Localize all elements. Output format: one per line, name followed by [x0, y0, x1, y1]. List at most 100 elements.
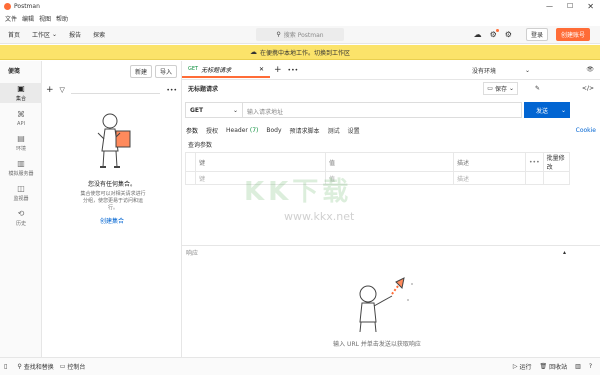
response-illustration — [352, 276, 422, 338]
create-account-button[interactable]: 创建账号 — [555, 28, 590, 41]
subtab-pre-request[interactable]: 预请求脚本 — [290, 126, 320, 135]
more-icon[interactable]: ••• — [166, 87, 177, 94]
environment-select[interactable]: 没有环境 ⌄ — [472, 66, 530, 75]
collections-icon: ▣ — [17, 84, 25, 93]
edit-icon[interactable]: ✎ — [535, 85, 540, 92]
runner-button[interactable]: ▷ 运行 — [513, 362, 532, 371]
title-bar: Postman — ☐ ✕ — [0, 0, 600, 12]
trash-button[interactable]: 🗑 回收站 — [540, 362, 568, 371]
window-title: Postman — [14, 2, 40, 10]
response-label: 响应 — [186, 250, 199, 257]
close-icon[interactable]: ✕ — [587, 2, 594, 11]
subtab-params[interactable]: 参数 — [186, 126, 198, 135]
nav-workspace[interactable]: 工作区 ⌄ — [32, 30, 57, 39]
code-icon[interactable]: </> — [582, 85, 594, 92]
tab-untitled-request[interactable]: GET 无标题请求 ✕ — [182, 62, 270, 78]
nav-reports[interactable]: 报告 — [69, 30, 81, 39]
environments-icon: ▤ — [17, 134, 25, 143]
subtab-tests[interactable]: 测试 — [328, 126, 340, 135]
layout-icon[interactable]: ▥ — [575, 363, 581, 370]
rail-item-history[interactable]: ⟲ 历史 — [0, 208, 42, 228]
method-label: GET — [190, 106, 204, 114]
cookie-link[interactable]: Cookie — [576, 127, 596, 134]
collection-search-input[interactable] — [70, 86, 161, 94]
table-header-row: 键 值 描述 ••• 批量修改 — [185, 152, 571, 172]
subtab-headers[interactable]: Header (7) — [226, 127, 258, 134]
search-icon: ⚲ — [276, 31, 281, 38]
app-header: 首页 工作区 ⌄ 报告 探索 ⚲ 搜索 Postman ☁ ⚙ ⚙ 登录 创建账… — [0, 26, 600, 44]
new-tab-icon[interactable]: + — [274, 65, 282, 75]
watermark-logo: KK下载 — [244, 177, 353, 207]
menu-help[interactable]: 帮助 — [56, 14, 68, 23]
response-section-header: 响应 ▴ — [182, 245, 600, 259]
tab-close-icon[interactable]: ✕ — [259, 66, 264, 73]
response-hint: 输入 URL 并单击发送以获取响应 — [333, 341, 421, 348]
postman-logo-icon — [4, 2, 11, 10]
request-title[interactable]: 无标题请求 — [188, 84, 218, 93]
request-tab-strip: GET 无标题请求 ✕ + ••• 没有环境 ⌄ 👁 — [182, 61, 600, 80]
console-label: 控制台 — [67, 364, 86, 371]
filter-icon[interactable]: ▽ — [60, 86, 65, 94]
subtab-settings[interactable]: 设置 — [348, 126, 360, 135]
rail-label-history: 历史 — [15, 221, 26, 227]
sidebar-toggle-icon[interactable]: ▯ — [4, 363, 7, 370]
status-bar: ▯ ⚲ 查找和替换 ▭ 控制台 ▷ 运行 🗑 回收站 ▥ ? — [0, 357, 600, 375]
description-input[interactable]: 描述 — [453, 171, 526, 185]
cloud-sync-icon[interactable]: ☁ — [474, 30, 482, 39]
watermark-url: www.kkx.net — [284, 210, 355, 223]
find-replace-label: 查找和替换 — [23, 364, 54, 371]
menu-edit[interactable]: 编辑 — [22, 14, 34, 23]
rail-item-monitors[interactable]: ◫ 监视器 — [0, 183, 42, 203]
environment-quick-look-icon[interactable]: 👁 — [586, 66, 594, 73]
nav-home[interactable]: 首页 — [8, 30, 20, 39]
help-icon[interactable]: ? — [589, 363, 592, 370]
rail-label-mock-servers: 模拟服务器 — [8, 171, 34, 177]
minimize-icon[interactable]: — — [546, 2, 553, 10]
send-button[interactable]: 发送 ⌄ — [524, 102, 570, 118]
new-button[interactable]: 新建 — [129, 65, 152, 78]
header-more-icon[interactable]: ••• — [525, 152, 544, 172]
method-select[interactable]: GET ⌄ — [185, 102, 243, 118]
maximize-icon[interactable]: ☐ — [567, 2, 573, 10]
create-collection-link[interactable]: 创建集合 — [42, 216, 182, 225]
settings-icon[interactable]: ⚙ — [505, 30, 512, 39]
console-button[interactable]: ▭ 控制台 — [60, 362, 86, 371]
menu-view[interactable]: 视图 — [39, 14, 51, 23]
rail-item-api[interactable]: ⌘ API — [0, 108, 42, 128]
empty-title: 您没有任何集合。 — [87, 181, 136, 188]
subtab-body[interactable]: Body — [266, 127, 281, 134]
banner-text[interactable]: 在便携中本地工作。切换到工作区 — [260, 48, 350, 57]
rail-label-api: API — [17, 120, 25, 127]
add-icon[interactable]: + — [46, 85, 54, 95]
search-placeholder: 搜索 Postman — [283, 32, 324, 39]
mock-server-icon: ▥ — [17, 159, 25, 168]
request-subtabs: 参数 授权 Header (7) Body 预请求脚本 测试 设置 Cookie — [182, 123, 600, 137]
chevron-down-icon: ⌄ — [508, 84, 514, 92]
query-params-label: 查询参数 — [188, 142, 213, 149]
url-input[interactable]: 输入请求地址 — [243, 102, 522, 118]
find-replace-button[interactable]: ⚲ 查找和替换 — [17, 362, 53, 371]
chevron-down-icon: ⌄ — [524, 66, 530, 74]
runner-icon: ▷ — [512, 363, 518, 370]
search-box[interactable]: ⚲ 搜索 Postman — [256, 28, 344, 41]
tab-menu-icon[interactable]: ••• — [288, 67, 299, 74]
search-icon: ⚲ — [17, 363, 22, 370]
satellite-icon[interactable]: ⚙ — [490, 29, 499, 39]
menu-file[interactable]: 文件 — [5, 14, 17, 23]
history-icon: ⟲ — [17, 209, 25, 218]
chevron-down-icon: ⌄ — [232, 106, 238, 114]
login-button[interactable]: 登录 — [525, 28, 548, 41]
import-button[interactable]: 导入 — [154, 65, 177, 78]
nav-explore[interactable]: 探索 — [93, 30, 105, 39]
rail-item-mock-servers[interactable]: ▥ 模拟服务器 — [0, 158, 42, 178]
rail-item-environments[interactable]: ▤ 环境 — [0, 133, 42, 153]
environment-select-label: 没有环境 — [472, 67, 497, 75]
subtab-auth[interactable]: 授权 — [206, 126, 218, 135]
save-button[interactable]: ▭ 保存 ⌄ — [483, 81, 518, 95]
nav-workspace-label: 工作区 — [32, 32, 51, 39]
rail-item-collections[interactable]: ▣ 集合 — [0, 83, 42, 103]
rail-label-monitors: 监视器 — [13, 196, 29, 202]
header-value: 值 — [325, 152, 454, 172]
expand-icon[interactable]: ▴ — [563, 249, 566, 256]
bulk-edit-link[interactable]: 批量修改 — [542, 152, 571, 172]
